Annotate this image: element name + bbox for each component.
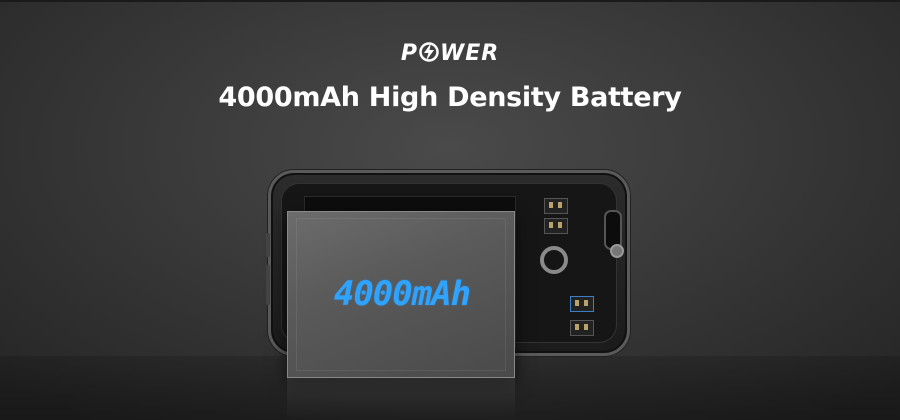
fingerprint-sensor-icon <box>540 246 568 274</box>
page-headline: 4000mAh High Density Battery <box>218 82 682 113</box>
battery-pack: 4000mAh <box>287 211 515 378</box>
brand-letters-wer: WER <box>439 41 500 66</box>
brand-letter-p: P <box>400 41 418 66</box>
top-divider <box>0 0 900 2</box>
connector-slot <box>570 296 594 312</box>
connector-slot <box>570 320 594 336</box>
brand-logo: P WER <box>0 40 900 71</box>
battery-capacity-label: 4000mAh <box>333 274 471 314</box>
side-button <box>266 233 270 257</box>
sim-slot <box>544 198 568 214</box>
side-button <box>266 265 270 305</box>
lightning-bolt-icon <box>419 41 439 71</box>
sim-slot <box>544 218 568 234</box>
battery-reflection <box>287 378 515 420</box>
flash-icon <box>610 244 624 258</box>
